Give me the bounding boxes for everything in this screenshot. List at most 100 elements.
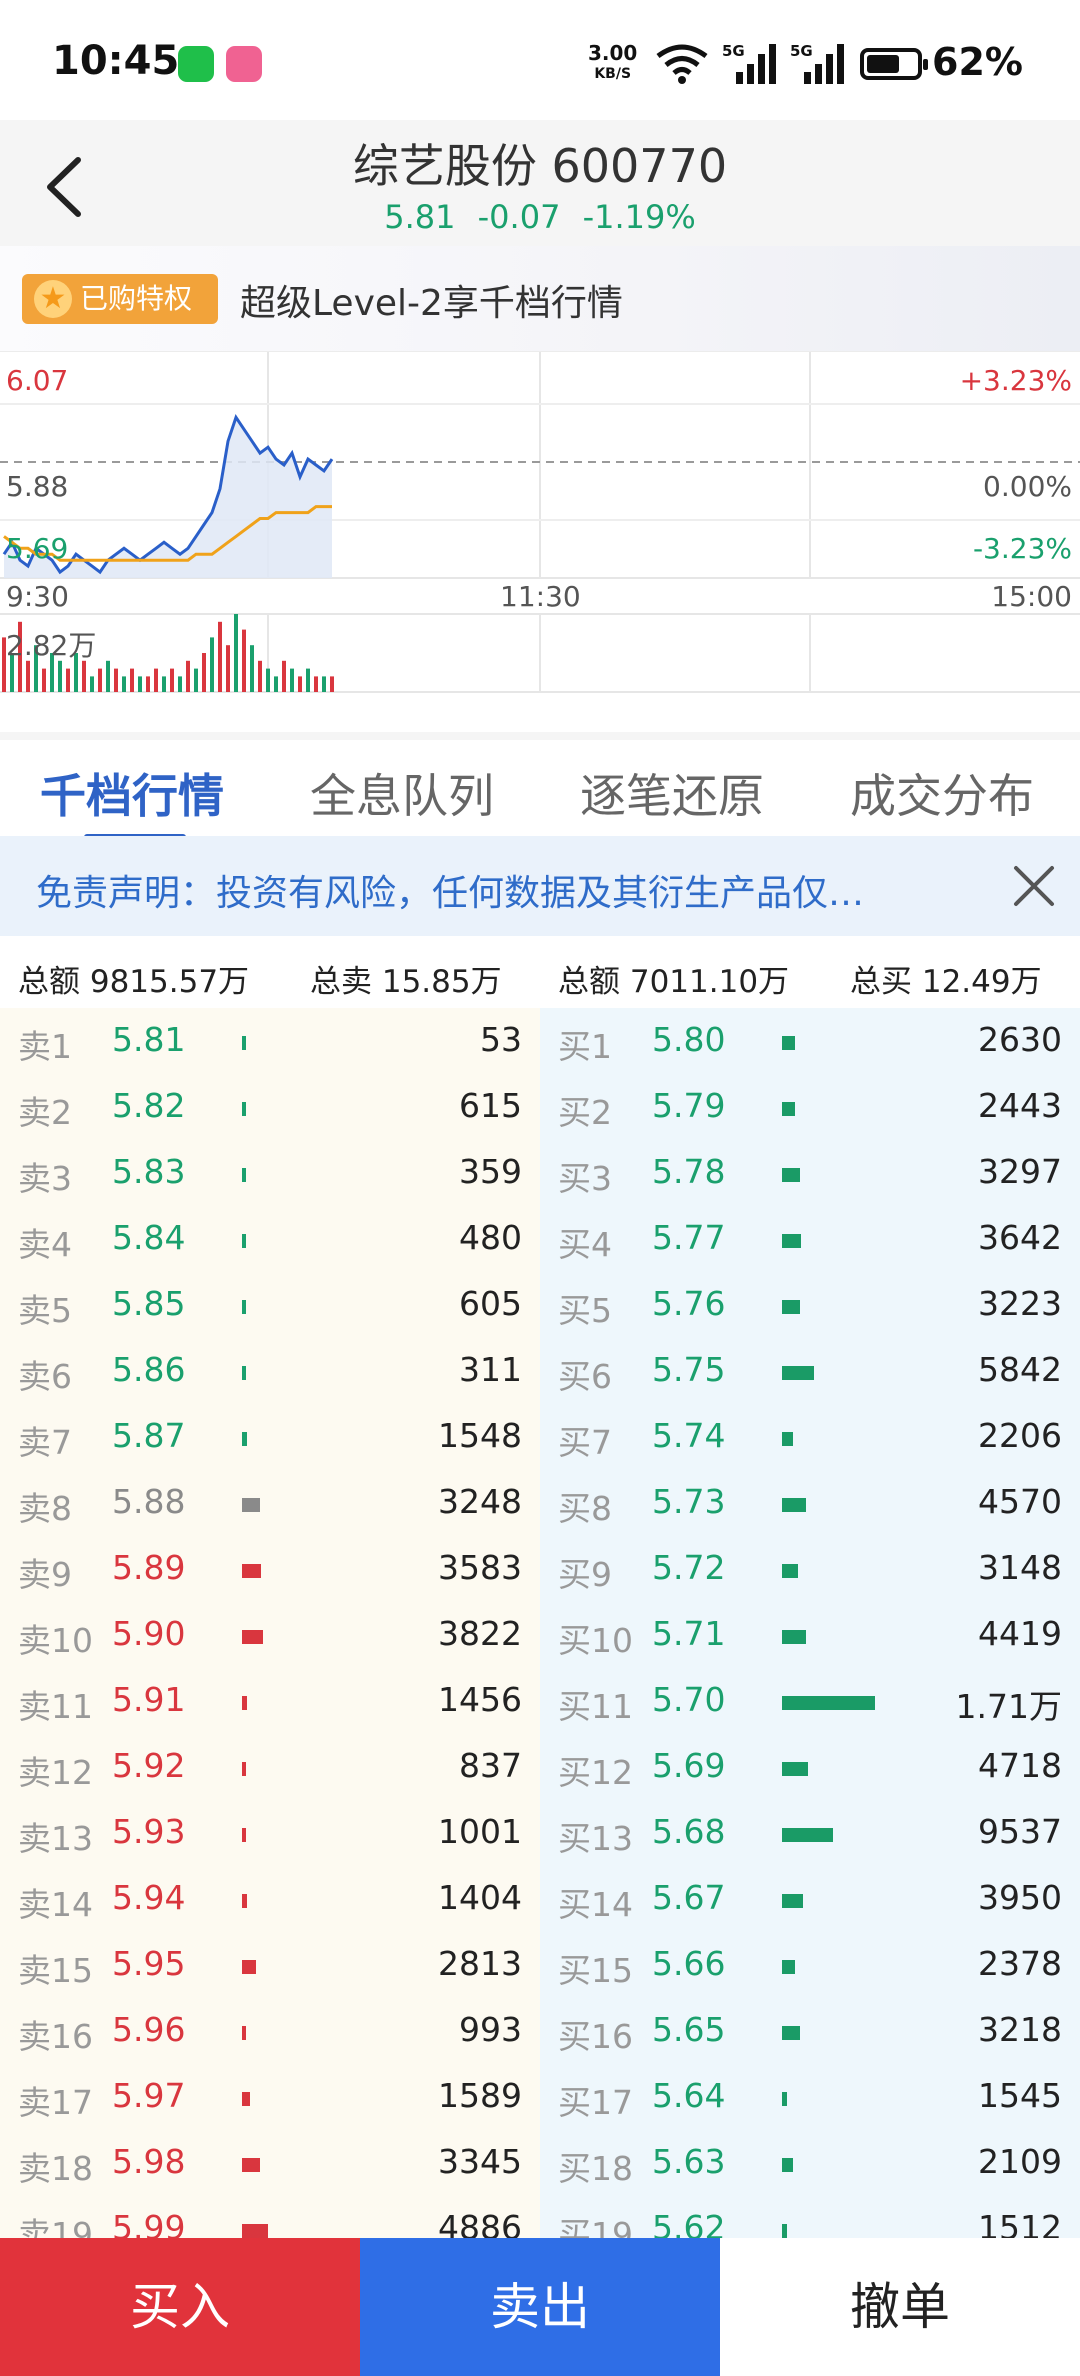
buy-level-price: 5.68 <box>652 1812 726 1851</box>
pct-zero-label: 0.00% <box>983 470 1072 503</box>
buy-level-volume: 2630 <box>978 1020 1062 1059</box>
buy-order-row[interactable]: 买18 5.63 2109 <box>540 2130 1080 2196</box>
buy-level-price: 5.77 <box>652 1218 726 1257</box>
order-totals: 总额 9815.57万 总卖 15.85万 总额 7011.10万 总买 12.… <box>0 936 1080 1008</box>
sell-level-name: 卖4 <box>18 1225 72 1264</box>
volume-bar <box>26 660 30 692</box>
buy-volume-bar <box>782 2092 787 2106</box>
buy-order-row[interactable]: 买1 5.80 2630 <box>540 1008 1080 1074</box>
sell-order-row[interactable]: 卖15 5.95 2813 <box>0 1932 540 1998</box>
buy-order-row[interactable]: 买4 5.77 3642 <box>540 1206 1080 1272</box>
sell-level-price: 5.90 <box>112 1614 186 1653</box>
volume-bar <box>290 668 294 692</box>
sell-order-row[interactable]: 卖6 5.86 311 <box>0 1338 540 1404</box>
sell-volume-bar <box>242 1894 247 1908</box>
buy-volume-bar <box>782 2224 787 2238</box>
sell-order-row[interactable]: 卖11 5.91 1456 <box>0 1668 540 1734</box>
level2-banner[interactable]: ★ 已购特权 超级Level-2享千档行情 <box>0 246 1080 352</box>
sell-order-row[interactable]: 卖7 5.87 1548 <box>0 1404 540 1470</box>
volume-bar <box>210 637 214 692</box>
buy-order-row[interactable]: 买3 5.78 3297 <box>540 1140 1080 1206</box>
volume-bar <box>130 668 134 692</box>
volume-bar <box>250 645 254 692</box>
order-book[interactable]: 卖1 5.81 53 卖2 5.82 615 卖3 5.83 359 卖4 5.84 480 卖5 5.8… <box>0 1008 1080 2238</box>
sell-volume-bar <box>242 1630 263 1644</box>
sell-level-price: 5.97 <box>112 2076 186 2115</box>
sell-order-row[interactable]: 卖17 5.97 1589 <box>0 2064 540 2130</box>
sell-order-row[interactable]: 卖1 5.81 53 <box>0 1008 540 1074</box>
buy-volume-bar <box>782 1102 795 1116</box>
sell-volume-bar <box>242 1366 246 1380</box>
buy-level-name: 买13 <box>558 1819 633 1858</box>
buy-order-row[interactable]: 买7 5.74 2206 <box>540 1404 1080 1470</box>
buy-level-volume: 9537 <box>978 1812 1062 1851</box>
buy-order-row[interactable]: 买17 5.64 1545 <box>540 2064 1080 2130</box>
buy-level-name: 买17 <box>558 2083 633 2122</box>
buy-order-row[interactable]: 买16 5.65 3218 <box>540 1998 1080 2064</box>
sell-order-row[interactable]: 卖9 5.89 3583 <box>0 1536 540 1602</box>
volume-bar <box>322 676 326 692</box>
volume-bar <box>98 668 102 692</box>
buy-order-row[interactable]: 买10 5.71 4419 <box>540 1602 1080 1668</box>
tab-zhubi[interactable]: 逐笔还原 <box>580 760 764 826</box>
sell-level-name: 卖11 <box>18 1687 93 1726</box>
tab-chengjiao[interactable]: 成交分布 <box>850 760 1034 826</box>
sell-order-row[interactable]: 卖19 5.99 4886 <box>0 2196 540 2238</box>
sell-level-name: 卖13 <box>18 1819 93 1858</box>
sell-order-row[interactable]: 卖16 5.96 993 <box>0 1998 540 2064</box>
sell-order-row[interactable]: 卖2 5.82 615 <box>0 1074 540 1140</box>
intraday-chart[interactable]: 6.07 5.88 5.69 +3.23% 0.00% -3.23% 9:30 … <box>0 352 1080 732</box>
buy-side: 买1 5.80 2630 买2 5.79 2443 买3 5.78 3297 买4 5.77 3642… <box>540 1008 1080 2238</box>
buy-level-name: 买5 <box>558 1291 612 1330</box>
buy-order-row[interactable]: 买14 5.67 3950 <box>540 1866 1080 1932</box>
sell-level-price: 5.88 <box>112 1482 186 1521</box>
buy-order-row[interactable]: 买11 5.70 1.71万 <box>540 1668 1080 1734</box>
sell-level-name: 卖17 <box>18 2083 93 2122</box>
tab-quanxi[interactable]: 全息队列 <box>310 760 494 826</box>
sell-order-row[interactable]: 卖3 5.83 359 <box>0 1140 540 1206</box>
sell-order-row[interactable]: 卖8 5.88 3248 <box>0 1470 540 1536</box>
buy-order-row[interactable]: 买8 5.73 4570 <box>540 1470 1080 1536</box>
sell-level-volume: 2813 <box>438 1944 522 1983</box>
cancel-order-button[interactable]: 撤单 <box>720 2238 1080 2376</box>
sell-volume-bar <box>242 1960 256 1974</box>
battery-icon <box>860 48 928 80</box>
volume-bar <box>314 676 318 692</box>
buy-order-row[interactable]: 买5 5.76 3223 <box>540 1272 1080 1338</box>
signal-5g-icon: 5G <box>790 42 844 84</box>
buy-level-price: 5.76 <box>652 1284 726 1323</box>
time-end-label: 15:00 <box>991 580 1072 613</box>
close-icon[interactable] <box>1012 860 1056 910</box>
sell-order-row[interactable]: 卖10 5.90 3822 <box>0 1602 540 1668</box>
sell-order-row[interactable]: 卖5 5.85 605 <box>0 1272 540 1338</box>
sell-level-name: 卖9 <box>18 1555 72 1594</box>
buy-level-name: 买15 <box>558 1951 633 1990</box>
buy-order-row[interactable]: 买19 5.62 1512 <box>540 2196 1080 2238</box>
sell-level-price: 5.89 <box>112 1548 186 1587</box>
buy-order-row[interactable]: 买12 5.69 4718 <box>540 1734 1080 1800</box>
buy-level-price: 5.67 <box>652 1878 726 1917</box>
sell-volume-bar <box>242 2026 246 2040</box>
sell-order-row[interactable]: 卖12 5.92 837 <box>0 1734 540 1800</box>
sell-volume-bar <box>242 1036 246 1050</box>
sell-level-volume: 4886 <box>438 2208 522 2238</box>
sell-level-volume: 311 <box>459 1350 522 1389</box>
buy-order-row[interactable]: 买15 5.66 2378 <box>540 1932 1080 1998</box>
buy-order-row[interactable]: 买2 5.79 2443 <box>540 1074 1080 1140</box>
sell-order-row[interactable]: 卖14 5.94 1404 <box>0 1866 540 1932</box>
sell-order-row[interactable]: 卖13 5.93 1001 <box>0 1800 540 1866</box>
tab-qiandang[interactable]: 千档行情 <box>40 760 224 826</box>
buy-order-row[interactable]: 买9 5.72 3148 <box>540 1536 1080 1602</box>
buy-level-volume: 3297 <box>978 1152 1062 1191</box>
sell-button[interactable]: 卖出 <box>360 2238 720 2376</box>
sell-level-volume: 1548 <box>438 1416 522 1455</box>
buy-button[interactable]: 买入 <box>0 2238 360 2376</box>
buy-level-name: 买3 <box>558 1159 612 1198</box>
buy-order-row[interactable]: 买13 5.68 9537 <box>540 1800 1080 1866</box>
sell-order-row[interactable]: 卖4 5.84 480 <box>0 1206 540 1272</box>
sell-order-row[interactable]: 卖18 5.98 3345 <box>0 2130 540 2196</box>
stock-title: 综艺股份 600770 <box>352 139 728 193</box>
buy-order-row[interactable]: 买6 5.75 5842 <box>540 1338 1080 1404</box>
buy-level-name: 买16 <box>558 2017 633 2056</box>
disclaimer-bar[interactable]: 免责声明：投资有风险，任何数据及其衍生产品仅… <box>0 836 1080 936</box>
